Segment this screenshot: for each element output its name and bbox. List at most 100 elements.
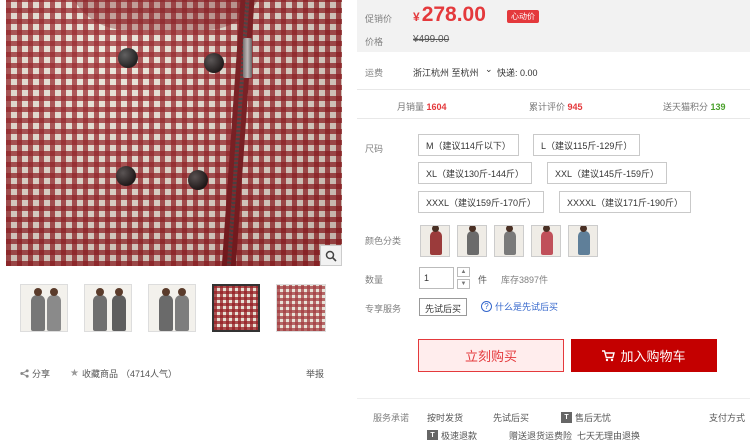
size-option-xxl[interactable]: XXL（建议145斤-159斤） xyxy=(547,162,668,184)
service-promise: 服务承诺 按时发货 先试后买 T 售后无忧 支付方式 T 极速退款 赠送退货运费险 … xyxy=(357,398,750,440)
tmall-badge-icon: T xyxy=(561,412,572,423)
promo-price-value: 278.00 xyxy=(421,3,486,26)
color-label: 颜色分类 xyxy=(365,236,402,246)
promise-item-label: 极速退款 xyxy=(441,431,478,440)
report-link[interactable]: 举报 xyxy=(306,367,324,380)
plaid-swatch xyxy=(214,286,258,330)
model-figure xyxy=(47,288,61,331)
model-figure xyxy=(31,288,45,331)
zoom-button[interactable] xyxy=(320,245,342,266)
tmall-points-value: 139 xyxy=(710,102,726,112)
promise-item[interactable]: 支付方式 xyxy=(709,411,745,424)
color-option-1[interactable] xyxy=(420,225,450,257)
model-figure xyxy=(504,226,516,255)
model-figure xyxy=(578,226,590,255)
chevron-down-icon[interactable]: ⌄ xyxy=(485,64,493,75)
orig-price-value: ¥499.00 xyxy=(413,34,450,45)
model-figure xyxy=(112,288,126,331)
monthly-sales-label: 月销量 xyxy=(397,102,425,112)
main-product-image[interactable] xyxy=(6,0,342,266)
stats-bar: 月销量 1604 累计评价 945 送天猫积分 139 xyxy=(357,89,750,119)
model-figure xyxy=(159,288,173,331)
product-info: 促销价 ¥ 278.00 心动价 价格 ¥499.00 运费 浙江杭州 至杭州 … xyxy=(357,0,750,440)
shipping-label: 运费 xyxy=(365,68,384,78)
review-count-value: 945 xyxy=(567,102,583,112)
promo-price-label: 促销价 xyxy=(365,14,393,24)
promise-item-label: 支付方式 xyxy=(709,413,746,423)
price-box: 促销价 ¥ 278.00 心动价 价格 ¥499.00 xyxy=(357,0,750,52)
promise-item-label: 按时发货 xyxy=(427,413,464,423)
quantity-increase-button[interactable]: ▲ xyxy=(457,267,470,277)
color-option-2[interactable] xyxy=(457,225,487,257)
monthly-sales: 月销量 1604 xyxy=(397,100,447,113)
add-to-cart-label: 加入购物车 xyxy=(620,349,686,364)
quantity-decrease-button[interactable]: ▼ xyxy=(457,279,470,289)
favorite-link[interactable]: ★ 收藏商品 （4714人气） xyxy=(70,367,177,380)
service-option[interactable]: 先试后买 xyxy=(419,298,468,316)
heart-price-tag: 心动价 xyxy=(507,10,539,23)
thumbnail-4[interactable] xyxy=(212,284,260,332)
quantity-label: 数量 xyxy=(365,275,384,285)
promise-item[interactable]: 七天无理由退换 xyxy=(577,429,640,440)
promise-item[interactable]: T 售后无忧 xyxy=(561,411,611,424)
quantity-input[interactable]: 1 xyxy=(419,267,454,289)
plaid-swatch xyxy=(277,285,325,331)
add-to-cart-button[interactable]: 加入购物车 xyxy=(571,339,717,372)
thumbnail-2[interactable] xyxy=(84,284,132,332)
tmall-points-label: 送天猫积分 xyxy=(663,102,709,112)
photo-shading xyxy=(6,0,342,266)
size-option-xl[interactable]: XL（建议130斤-144斤） xyxy=(418,162,533,184)
promise-item[interactable]: 先试后买 xyxy=(493,411,529,424)
tmall-badge-icon: T xyxy=(427,430,438,440)
shipping-fee: 快递: 0.00 xyxy=(497,68,538,78)
color-option-4[interactable] xyxy=(531,225,561,257)
model-figure xyxy=(467,226,479,255)
promise-item-label: 赠送退货运费险 xyxy=(509,431,573,440)
promo-price: ¥ 278.00 xyxy=(413,3,486,27)
favorite-label: 收藏商品 xyxy=(81,369,118,379)
size-option-m[interactable]: M（建议114斤以下） xyxy=(418,134,519,156)
promise-item-label: 售后无忧 xyxy=(575,413,612,423)
service-help-link[interactable]: ? 什么是先试后买 xyxy=(481,300,558,313)
size-label: 尺码 xyxy=(365,144,384,154)
report-label: 举报 xyxy=(306,369,325,379)
promise-item[interactable]: 按时发货 xyxy=(427,411,463,424)
size-option-xxxl[interactable]: XXXL（建议159斤-170斤） xyxy=(418,191,545,213)
share-bar: 分享 ★ 收藏商品 （4714人气） 举报 xyxy=(20,367,330,381)
color-option-5[interactable] xyxy=(568,225,598,257)
buy-now-button[interactable]: 立刻购买 xyxy=(418,339,564,372)
tmall-points: 送天猫积分 139 xyxy=(663,100,726,113)
model-figure xyxy=(541,226,553,255)
share-link[interactable]: 分享 xyxy=(20,367,50,380)
favorite-count: （4714人气） xyxy=(120,369,178,379)
model-figure xyxy=(430,226,442,255)
review-count[interactable]: 累计评价 945 xyxy=(529,100,583,113)
orig-price-label: 价格 xyxy=(365,37,384,47)
quantity-unit: 件 xyxy=(478,275,488,285)
model-figure xyxy=(175,288,189,331)
shipping-route[interactable]: 浙江杭州 至杭州 xyxy=(413,66,479,79)
model-figure xyxy=(93,288,107,331)
promise-item-label: 七天无理由退换 xyxy=(577,431,641,440)
magnifier-icon xyxy=(325,250,337,262)
thumbnail-1[interactable] xyxy=(20,284,68,332)
currency-symbol: ¥ xyxy=(413,10,420,24)
share-icon xyxy=(20,369,29,378)
service-help-label: 什么是先试后买 xyxy=(495,302,559,312)
thumbnail-strip xyxy=(20,284,340,334)
share-label: 分享 xyxy=(32,369,51,379)
thumbnail-3[interactable] xyxy=(148,284,196,332)
size-option-l[interactable]: L（建议115斤-129斤） xyxy=(533,134,641,156)
review-count-label: 累计评价 xyxy=(529,102,566,112)
cart-icon xyxy=(602,349,616,361)
size-option-xxxxl[interactable]: XXXXL（建议171斤-190斤） xyxy=(559,191,692,213)
thumbnail-5[interactable] xyxy=(276,284,326,332)
product-gallery: 分享 ★ 收藏商品 （4714人气） 举报 xyxy=(0,0,345,440)
promise-label: 服务承诺 xyxy=(373,413,410,423)
promise-item-label: 先试后买 xyxy=(493,413,530,423)
monthly-sales-value: 1604 xyxy=(426,102,447,112)
promise-item[interactable]: 赠送退货运费险 xyxy=(509,429,572,440)
star-icon: ★ xyxy=(70,368,79,379)
promise-item[interactable]: T 极速退款 xyxy=(427,429,477,440)
color-option-3[interactable] xyxy=(494,225,524,257)
